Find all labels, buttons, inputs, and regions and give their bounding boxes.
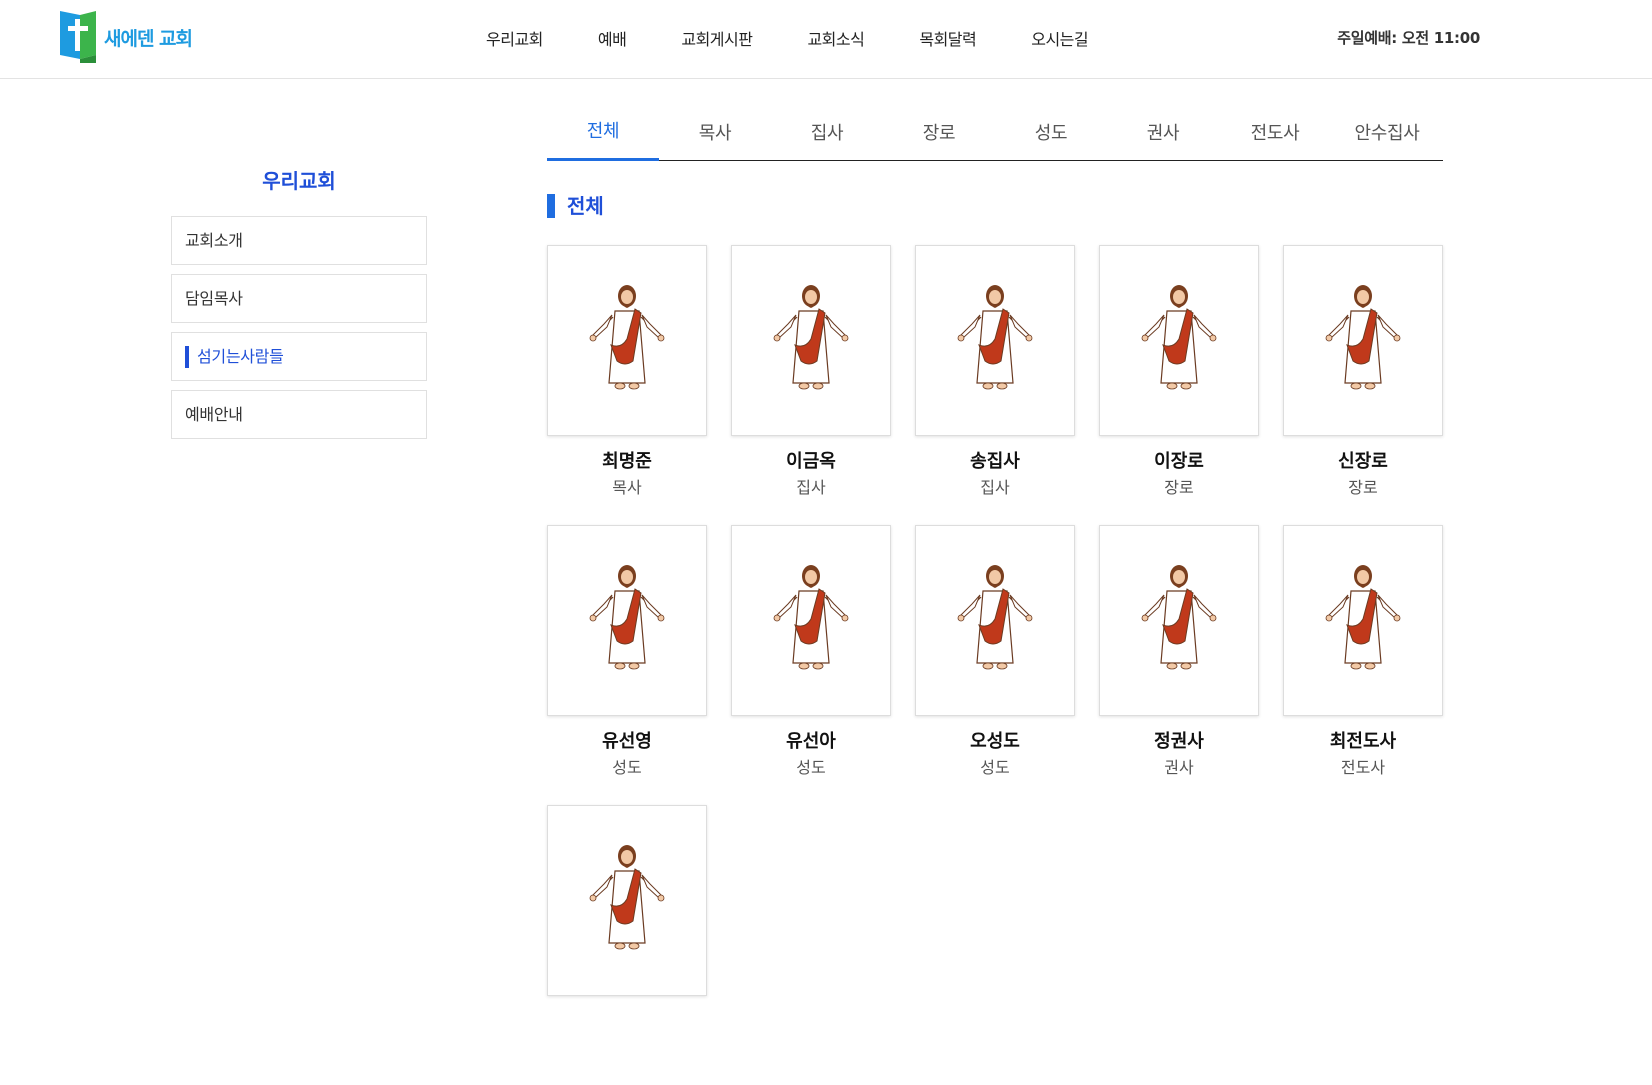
member-role: 전도사 [1340, 758, 1386, 777]
member-role: 성도 [980, 758, 1010, 777]
jesus-figure-icon [1139, 283, 1219, 399]
member-photo[interactable] [915, 525, 1075, 716]
tab-pastor[interactable]: 목사 [659, 107, 771, 160]
member-role: 집사 [980, 478, 1010, 497]
member-role: 성도 [796, 758, 826, 777]
member-role: 장로 [1348, 478, 1378, 497]
jesus-figure-icon [1139, 563, 1219, 679]
jesus-figure-icon [1323, 283, 1403, 399]
member-name: 이금옥 [786, 451, 836, 472]
jesus-figure-icon [587, 283, 667, 399]
member-name: 유선영 [602, 731, 652, 752]
tab-evangelist[interactable]: 전도사 [1219, 107, 1331, 160]
member-role: 성도 [612, 758, 642, 777]
tab-all[interactable]: 전체 [547, 107, 659, 161]
cross-logo-icon [60, 11, 98, 63]
member-photo[interactable] [1099, 525, 1259, 716]
service-time: 주일예배: 오전 11:00 [1337, 29, 1480, 47]
member-photo[interactable] [915, 245, 1075, 436]
tab-kwonsa[interactable]: 권사 [1107, 107, 1219, 160]
member-role: 권사 [1164, 758, 1194, 777]
member-card[interactable]: 이금옥집사 [731, 245, 891, 525]
sidebar-item-intro[interactable]: 교회소개 [171, 216, 427, 265]
nav-item-our-church[interactable]: 우리교회 [486, 26, 543, 50]
member-photo[interactable] [547, 525, 707, 716]
jesus-figure-icon [587, 563, 667, 679]
member-role: 집사 [796, 478, 826, 497]
member-name: 신장로 [1338, 451, 1388, 472]
tab-member[interactable]: 성도 [995, 107, 1107, 160]
member-photo[interactable] [547, 245, 707, 436]
member-name: 유선아 [786, 731, 836, 752]
tab-elder[interactable]: 장로 [883, 107, 995, 160]
jesus-figure-icon [955, 563, 1035, 679]
member-card[interactable]: 최전도사전도사 [1283, 525, 1443, 805]
member-name: 이장로 [1154, 451, 1204, 472]
nav-item-directions[interactable]: 오시는길 [1031, 26, 1088, 50]
tab-ordained-deacon[interactable]: 안수집사 [1331, 107, 1443, 160]
member-photo[interactable] [1099, 245, 1259, 436]
role-tabs: 전체 목사 집사 장로 성도 권사 전도사 안수집사 [547, 107, 1443, 161]
nav-item-worship[interactable]: 예배 [598, 26, 627, 50]
nav-item-calendar[interactable]: 목회달력 [919, 26, 976, 50]
member-photo[interactable] [1283, 245, 1443, 436]
sidebar-title: 우리교회 [262, 169, 336, 193]
sidebar: 우리교회 교회소개 담임목사 섬기는사람들 예배안내 [171, 168, 427, 448]
member-name: 오성도 [970, 731, 1020, 752]
section-title: 전체 [547, 193, 604, 219]
member-photo[interactable] [547, 805, 707, 996]
member-name: 최명준 [602, 451, 652, 472]
member-photo[interactable] [1283, 525, 1443, 716]
member-role: 목사 [612, 478, 642, 497]
member-name: 정권사 [1154, 731, 1204, 752]
tab-deacon[interactable]: 집사 [771, 107, 883, 160]
nav-item-news[interactable]: 교회소식 [807, 26, 864, 50]
logo-text: 새에덴 교회 [104, 27, 193, 50]
jesus-figure-icon [955, 283, 1035, 399]
member-role: 장로 [1164, 478, 1194, 497]
member-card[interactable]: 송집사집사 [915, 245, 1075, 525]
sidebar-item-servants[interactable]: 섬기는사람들 [171, 332, 427, 381]
member-card[interactable] [547, 805, 707, 1085]
sidebar-item-senior-pastor[interactable]: 담임목사 [171, 274, 427, 323]
member-card[interactable]: 유선아성도 [731, 525, 891, 805]
member-name: 송집사 [970, 451, 1020, 472]
main-nav: 우리교회 예배 교회게시판 교회소식 목회달력 오시는길 [486, 26, 1089, 50]
sidebar-item-worship-guide[interactable]: 예배안내 [171, 390, 427, 439]
jesus-figure-icon [1323, 563, 1403, 679]
jesus-figure-icon [587, 843, 667, 959]
member-card[interactable]: 정권사권사 [1099, 525, 1259, 805]
member-card[interactable]: 유선영성도 [547, 525, 707, 805]
member-card[interactable]: 오성도성도 [915, 525, 1075, 805]
jesus-figure-icon [771, 283, 851, 399]
jesus-figure-icon [771, 563, 851, 679]
member-card[interactable]: 신장로장로 [1283, 245, 1443, 525]
member-name [547, 1010, 707, 1034]
member-card[interactable]: 최명준목사 [547, 245, 707, 525]
member-grid: 최명준 목사 이금옥 집사 송집사 집사 이장로 장로 신장로 장로 유선영 성… [547, 245, 1447, 1085]
nav-item-board[interactable]: 교회게시판 [681, 26, 753, 50]
site-header: 새에덴 교회 우리교회 예배 교회게시판 교회소식 목회달력 오시는길 주일예배… [0, 0, 1652, 79]
member-photo[interactable] [731, 525, 891, 716]
member-name: 최전도사 [1329, 731, 1397, 752]
member-photo[interactable] [731, 245, 891, 436]
church-logo[interactable]: 새에덴 교회 [60, 11, 193, 63]
member-card[interactable]: 이장로장로 [1099, 245, 1259, 525]
